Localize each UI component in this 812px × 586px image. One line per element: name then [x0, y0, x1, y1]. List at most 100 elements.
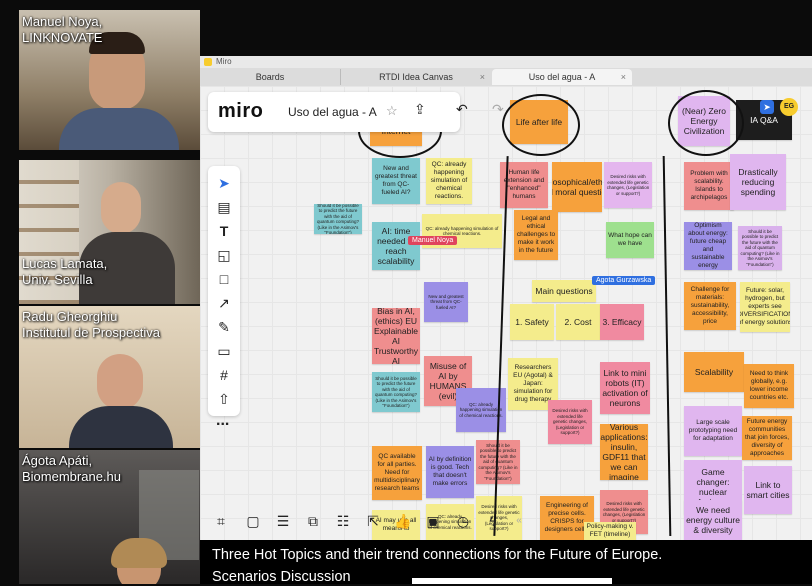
- pen-icon[interactable]: ✎: [208, 316, 240, 338]
- sticky-note[interactable]: Problem with scalability. Islands to arc…: [684, 162, 734, 210]
- cursor-mode-icon[interactable]: ➤: [760, 100, 774, 114]
- caption-subtitle: Scenarios Discussion: [212, 569, 351, 585]
- kanban-icon[interactable]: ☷: [332, 510, 354, 532]
- share-upload-icon[interactable]: ⇪: [414, 101, 426, 118]
- cards-icon[interactable]: ⧉: [302, 510, 324, 532]
- tab-bar: Boards RTDI Idea Canvas × Uso del agua -…: [200, 68, 812, 86]
- sticky-note[interactable]: Link to smart cities: [744, 466, 792, 514]
- sticky-note[interactable]: Legal and ethical challenges to make it …: [514, 210, 558, 260]
- sticky-note[interactable]: Main questions: [532, 280, 596, 302]
- redo-icon[interactable]: ↷: [492, 101, 504, 118]
- tab-label: Boards: [255, 72, 285, 82]
- sticky-note[interactable]: Should it be possible to predict the fut…: [372, 372, 420, 412]
- participant-avatar: [101, 182, 141, 234]
- tab-label: Uso del agua - A: [528, 72, 596, 82]
- frame-icon[interactable]: #: [208, 364, 240, 386]
- frames-icon[interactable]: ⌗: [210, 510, 232, 532]
- undo-icon[interactable]: ↶: [456, 101, 468, 118]
- window-title: Miro: [216, 57, 232, 66]
- collaborator-cursor: Manuel Noya: [408, 236, 458, 245]
- tab-uso-del-agua[interactable]: Uso del agua - A ×: [492, 69, 632, 85]
- bottom-toolbar: ⌗ ▢ ☰ ⧉ ☷ ⇱ 👍 ▣ ◷ ϟ «: [208, 506, 522, 536]
- sticky-note[interactable]: Various applications: insulin, GDF11 tha…: [600, 424, 648, 480]
- select-cursor-icon[interactable]: ➤: [208, 172, 240, 194]
- miro-app-icon: [204, 58, 212, 66]
- sticky-note[interactable]: Challenge for materials: sustainability,…: [684, 282, 736, 330]
- participant-tile[interactable]: Lucas Lamata, Univ. Sevilla: [19, 160, 200, 304]
- close-icon[interactable]: ×: [621, 69, 626, 85]
- shared-screen-strip: [412, 578, 612, 584]
- close-icon[interactable]: ×: [480, 69, 485, 85]
- miro-logo[interactable]: miro: [218, 100, 263, 123]
- ink-circle: [502, 94, 580, 156]
- star-icon[interactable]: ☆: [386, 103, 398, 119]
- tab-rtdi-idea-canvas[interactable]: RTDI Idea Canvas ×: [340, 69, 491, 85]
- sticky-note[interactable]: Link to mini robots (IT) activation of n…: [600, 362, 650, 414]
- sticky-note[interactable]: Philosophical/ethical and moral question…: [552, 162, 602, 212]
- sticky-note[interactable]: Large scale prototyping need for adaptat…: [684, 406, 742, 456]
- board-topbar: miro Uso del agua - A ☆ ⇪ ↶: [208, 92, 468, 132]
- shape-tool-icon[interactable]: □: [208, 268, 240, 290]
- participant-name: Radu Gheorghiu Institutul de Prospectiva: [22, 309, 161, 340]
- upload-icon[interactable]: ⇧: [208, 388, 240, 410]
- participant-tile[interactable]: Radu Gheorghiu Institutul de Prospectiva: [19, 306, 200, 448]
- participant-name: Lucas Lamata, Univ. Sevilla: [22, 256, 108, 287]
- collapse-icon[interactable]: «: [508, 510, 530, 532]
- sticky-note[interactable]: Bias in AI, (ethics) EU Explainable AI T…: [372, 308, 420, 364]
- chat-icon[interactable]: ☰: [272, 510, 294, 532]
- tab-label: RTDI Idea Canvas: [379, 72, 453, 82]
- sticky-note-icon[interactable]: ◱: [208, 244, 240, 266]
- comment-icon[interactable]: ▭: [208, 340, 240, 362]
- sticky-note[interactable]: Future energy communities that join forc…: [742, 416, 792, 460]
- window-titlebar: Miro: [200, 56, 812, 68]
- board-canvas[interactable]: Internet Life after life (Near) Zero Ene…: [200, 86, 812, 540]
- ink-circle: [668, 90, 744, 156]
- board-name[interactable]: Uso del agua - A: [288, 105, 377, 119]
- sticky-note[interactable]: QC: already happening simulation of chem…: [426, 158, 472, 204]
- sticky-note[interactable]: New and greatest threat from QC-fueled A…: [424, 282, 468, 322]
- miro-window[interactable]: Miro Boards RTDI Idea Canvas × Uso del a…: [200, 56, 812, 540]
- participant-name: Ágota Apáti, Biomembrane.hu: [22, 453, 121, 484]
- screenshare-icon[interactable]: ⇱: [362, 510, 384, 532]
- participant-body: [59, 108, 179, 150]
- frame-template-icon[interactable]: ▤: [208, 196, 240, 218]
- like-icon[interactable]: 👍: [392, 510, 414, 532]
- sticky-note[interactable]: AI by definition is good. Tech that does…: [426, 446, 474, 498]
- text-tool-icon[interactable]: T: [208, 220, 240, 242]
- line-arrow-icon[interactable]: ↗: [208, 292, 240, 314]
- sticky-note[interactable]: Policy-making v. FET (timeline): [584, 522, 636, 540]
- sticky-note[interactable]: QC available for all parties. Need for m…: [372, 446, 422, 500]
- tab-boards[interactable]: Boards: [200, 69, 340, 85]
- participant-body: [69, 406, 173, 448]
- sticky-note[interactable]: Desired risks with extended life genetic…: [548, 400, 592, 444]
- sticky-note[interactable]: 2. Cost: [556, 304, 600, 340]
- timer-icon[interactable]: ◷: [452, 510, 474, 532]
- caption: Three Hot Topics and their trend connect…: [200, 540, 812, 585]
- sticky-note[interactable]: Drastically reducing spending: [730, 154, 786, 210]
- caption-title: Three Hot Topics and their trend connect…: [212, 547, 663, 563]
- participant-hair: [111, 538, 167, 568]
- sticky-note[interactable]: Should it be possible to predict the fut…: [738, 226, 782, 270]
- sticky-note[interactable]: Optimism about energy: future cheap and …: [684, 222, 732, 270]
- sticky-note[interactable]: 1. Safety: [510, 304, 554, 340]
- sticky-note[interactable]: 3. Efficacy: [600, 304, 644, 340]
- left-toolbar: ➤ ▤ T ◱ □ ↗ ✎ ▭ # ⇧: [208, 166, 240, 416]
- participant-tile[interactable]: Ágota Apáti, Biomembrane.hu: [19, 450, 200, 584]
- video-icon[interactable]: ▣: [422, 510, 444, 532]
- sticky-note[interactable]: Should it be possible to predict the fut…: [314, 204, 362, 234]
- sticky-note[interactable]: Desired risks with extended life genetic…: [604, 162, 652, 208]
- more-tools-icon[interactable]: ...: [216, 412, 229, 430]
- sticky-note[interactable]: Need to think globally, e.g. lower incom…: [744, 364, 794, 408]
- participant-tile[interactable]: Manuel Noya, LINKNOVATE: [19, 10, 200, 150]
- sticky-note[interactable]: Scalability: [684, 352, 744, 392]
- lightning-icon[interactable]: ϟ: [482, 510, 504, 532]
- sticky-note[interactable]: AI: time needed to reach scalability: [372, 222, 420, 270]
- sticky-note[interactable]: We need energy culture & diversity: [684, 500, 742, 540]
- participant-name: Manuel Noya, LINKNOVATE: [22, 14, 103, 45]
- sticky-note[interactable]: What hope can we have: [606, 222, 654, 258]
- participant-avatar: [97, 354, 143, 410]
- avatar[interactable]: EG: [780, 98, 798, 116]
- sticky-note[interactable]: Future: solar, hydrogen, but experts see…: [740, 282, 790, 332]
- sticky-note[interactable]: New and greatest threat from QC-fueled A…: [372, 158, 420, 204]
- comments-icon[interactable]: ▢: [242, 510, 264, 532]
